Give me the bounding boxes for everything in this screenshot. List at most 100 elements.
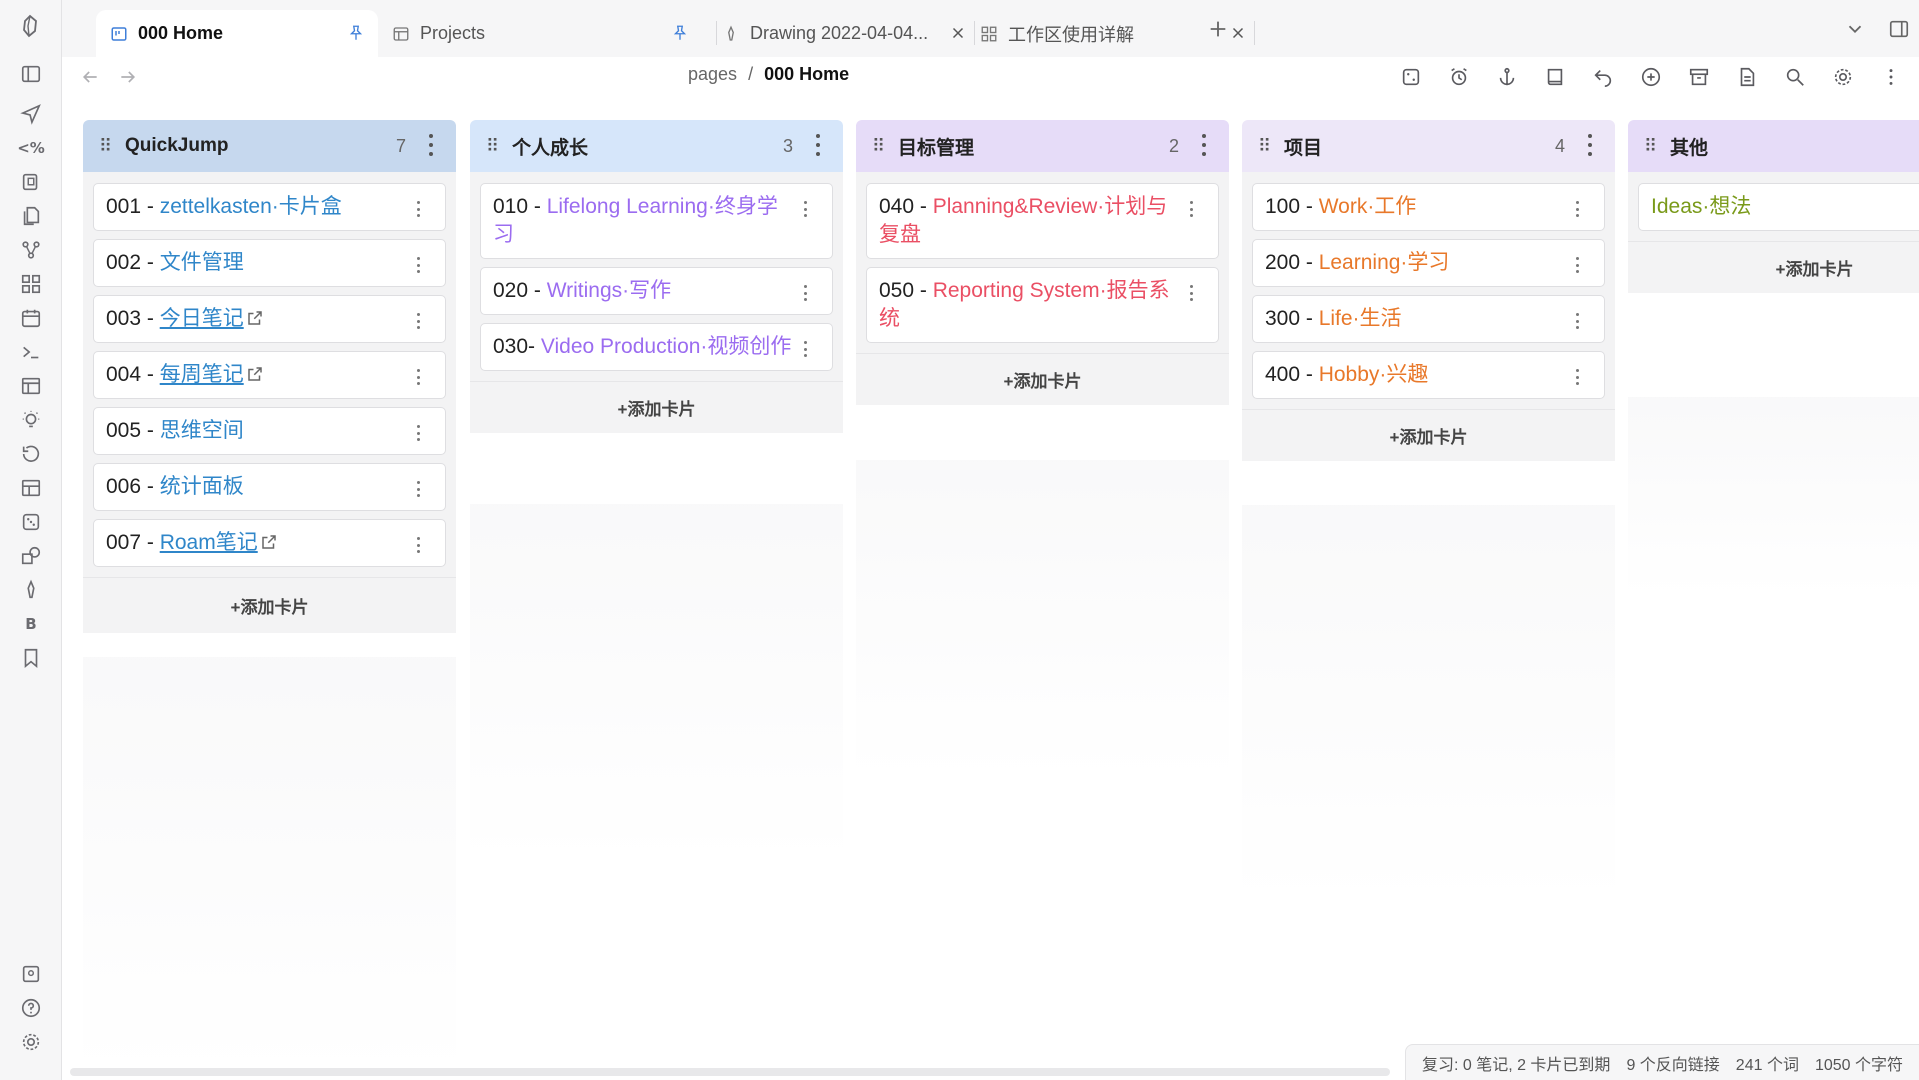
card-link[interactable]: Life·生活: [1319, 307, 1402, 330]
card[interactable]: 100 - Work·工作: [1252, 183, 1605, 231]
templater-icon[interactable]: <%: [17, 134, 45, 162]
card-menu-icon[interactable]: [1188, 201, 1194, 217]
card[interactable]: 010 - Lifelong Learning·终身学习: [480, 183, 833, 259]
vault-switcher-icon[interactable]: [17, 960, 45, 988]
card-menu-icon[interactable]: [1574, 201, 1580, 217]
add-card-button[interactable]: +添加卡片: [1242, 409, 1615, 461]
help-icon[interactable]: [17, 994, 45, 1022]
add-card-button[interactable]: +添加卡片: [856, 353, 1229, 405]
bold-b-icon[interactable]: B: [17, 610, 45, 638]
card[interactable]: 200 - Learning·学习: [1252, 239, 1605, 287]
card-menu-icon[interactable]: [802, 285, 808, 301]
add-card-button[interactable]: +添加卡片: [1628, 241, 1919, 293]
puzzle-icon[interactable]: [1398, 64, 1424, 90]
card-link[interactable]: Work·工作: [1319, 195, 1417, 218]
dice-icon[interactable]: [17, 508, 45, 536]
close-icon[interactable]: [948, 23, 968, 43]
dashboard-icon[interactable]: [17, 270, 45, 298]
drag-handle-icon[interactable]: ⠿: [872, 136, 888, 157]
new-tab-icon[interactable]: [1205, 16, 1231, 42]
send-icon[interactable]: [17, 100, 45, 128]
tab-000-home[interactable]: 000 Home: [96, 10, 378, 57]
drag-handle-icon[interactable]: ⠿: [1644, 136, 1660, 157]
lane-menu-icon[interactable]: [813, 134, 823, 156]
card-menu-icon[interactable]: [415, 201, 421, 217]
card[interactable]: 020 - Writings·写作: [480, 267, 833, 315]
forward-arrow-icon[interactable]: [116, 65, 140, 89]
lane-menu-icon[interactable]: [426, 134, 436, 156]
pin-icon[interactable]: [670, 23, 690, 43]
review-status[interactable]: 复习: 0 笔记, 2 卡片已到期: [1422, 1051, 1610, 1075]
card-link[interactable]: 文件管理: [160, 251, 244, 274]
card-link[interactable]: 思维空间: [160, 419, 244, 442]
document-icon[interactable]: [1734, 64, 1760, 90]
sidebar-toggle-icon[interactable]: [17, 60, 45, 88]
card[interactable]: 030- Video Production·视频创作: [480, 323, 833, 371]
lightbulb-icon[interactable]: [17, 406, 45, 434]
card[interactable]: 300 - Life·生活: [1252, 295, 1605, 343]
obsidian-logo-icon[interactable]: [18, 13, 44, 41]
tab-drawing[interactable]: Drawing 2022-04-04...: [720, 10, 968, 57]
card-link[interactable]: Writings·写作: [547, 279, 671, 302]
card-link[interactable]: 统计面板: [160, 475, 244, 498]
card-menu-icon[interactable]: [1574, 313, 1580, 329]
card-link[interactable]: 每周笔记: [160, 363, 244, 386]
layout-icon[interactable]: [17, 372, 45, 400]
alarm-icon[interactable]: [1446, 64, 1472, 90]
card-link[interactable]: Learning·学习: [1319, 251, 1450, 274]
card-link[interactable]: Roam笔记: [160, 531, 258, 554]
lane-menu-icon[interactable]: [1585, 134, 1595, 156]
card[interactable]: 006 - 统计面板: [93, 463, 446, 511]
book-open-icon[interactable]: [17, 168, 45, 196]
card-link[interactable]: 今日笔记: [160, 307, 244, 330]
add-card-button[interactable]: +添加卡片: [83, 577, 456, 633]
card[interactable]: 001 - zettelkasten·卡片盒: [93, 183, 446, 231]
lane-header[interactable]: ⠿ QuickJump 7: [83, 120, 456, 172]
undo-icon[interactable]: [1590, 64, 1616, 90]
chevron-down-icon[interactable]: [1842, 16, 1868, 42]
close-icon[interactable]: [1228, 23, 1248, 43]
card-menu-icon[interactable]: [1574, 257, 1580, 273]
horizontal-scrollbar[interactable]: [70, 1068, 1390, 1076]
files-copy-icon[interactable]: [17, 202, 45, 230]
lane-menu-icon[interactable]: [1199, 134, 1209, 156]
table-layout-icon[interactable]: [17, 474, 45, 502]
breadcrumb-parent[interactable]: pages: [688, 64, 737, 84]
card-menu-icon[interactable]: [415, 369, 421, 385]
archive-icon[interactable]: [1686, 64, 1712, 90]
shapes-icon[interactable]: [17, 542, 45, 570]
drag-handle-icon[interactable]: ⠿: [486, 136, 502, 157]
card[interactable]: Ideas·想法: [1638, 183, 1919, 231]
more-options-icon[interactable]: [1878, 64, 1904, 90]
gear-icon[interactable]: [1830, 64, 1856, 90]
calendar-icon[interactable]: [17, 304, 45, 332]
card[interactable]: 003 - 今日笔记: [93, 295, 446, 343]
pin-icon[interactable]: [346, 23, 366, 43]
breadcrumb-current[interactable]: 000 Home: [764, 64, 849, 84]
back-arrow-icon[interactable]: [78, 65, 102, 89]
card-menu-icon[interactable]: [415, 257, 421, 273]
lane-header[interactable]: ⠿ 个人成长 3: [470, 120, 843, 172]
add-card-button[interactable]: +添加卡片: [470, 381, 843, 433]
card-link[interactable]: zettelkasten·卡片盒: [160, 195, 342, 218]
history-icon[interactable]: [17, 440, 45, 468]
card[interactable]: 040 - Planning&Review·计划与复盘: [866, 183, 1219, 259]
lane-header[interactable]: ⠿ 目标管理 2: [856, 120, 1229, 172]
card-link[interactable]: Video Production·视频创作: [541, 335, 792, 358]
search-icon[interactable]: [1782, 64, 1808, 90]
card-menu-icon[interactable]: [415, 537, 421, 553]
anchor-icon[interactable]: [1494, 64, 1520, 90]
lane-header[interactable]: ⠿ 其他: [1628, 120, 1919, 172]
card-link[interactable]: Hobby·兴趣: [1319, 363, 1429, 386]
settings-icon[interactable]: [17, 1028, 45, 1056]
pen-tool-icon[interactable]: [17, 576, 45, 604]
bookmark-icon[interactable]: [17, 644, 45, 672]
card-menu-icon[interactable]: [415, 481, 421, 497]
card-menu-icon[interactable]: [1188, 285, 1194, 301]
card-menu-icon[interactable]: [802, 341, 808, 357]
card[interactable]: 007 - Roam笔记: [93, 519, 446, 567]
card-menu-icon[interactable]: [415, 425, 421, 441]
drag-handle-icon[interactable]: ⠿: [99, 136, 115, 157]
card[interactable]: 400 - Hobby·兴趣: [1252, 351, 1605, 399]
backlinks-count[interactable]: 9 个反向链接: [1626, 1051, 1719, 1075]
